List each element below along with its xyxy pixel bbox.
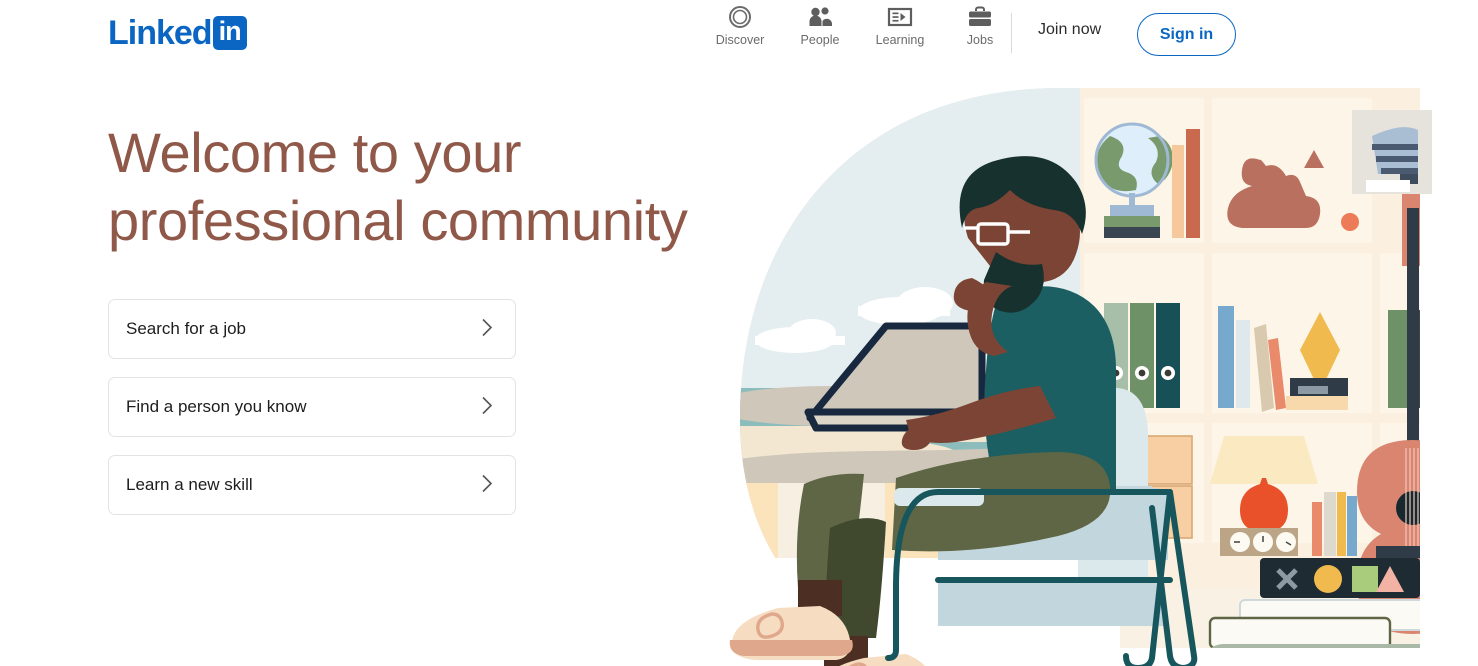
chevron-right-icon <box>481 318 493 341</box>
hero-action-list: Search for a job Find a person you know … <box>108 299 516 533</box>
action-search-for-a-job[interactable]: Search for a job <box>108 299 516 359</box>
chevron-right-icon <box>481 474 493 497</box>
nav-item-people[interactable]: People <box>780 4 860 47</box>
action-label: Find a person you know <box>126 397 307 416</box>
people-icon <box>807 4 833 30</box>
nav-item-discover[interactable]: Discover <box>700 4 780 47</box>
briefcase-icon <box>967 4 993 30</box>
action-find-a-person-you-know[interactable]: Find a person you know <box>108 377 516 437</box>
headline-line-2: professional community <box>108 189 688 253</box>
page-title: Welcome to your professional community <box>108 119 708 256</box>
linkedin-landing-page: Linked in Discover People Learning Jobs … <box>0 0 1478 666</box>
nav-item-learning[interactable]: Learning <box>860 4 940 47</box>
linkedin-logo[interactable]: Linked in <box>108 16 247 50</box>
headline-line-1: Welcome to your <box>108 121 522 184</box>
site-header: Linked in Discover People Learning Jobs … <box>0 0 1478 68</box>
join-now-button[interactable]: Join now <box>1038 21 1101 39</box>
logo-in-badge: in <box>212 16 247 50</box>
nav-label-learning: Learning <box>875 33 925 47</box>
chevron-right-icon <box>481 396 493 419</box>
header-divider <box>1011 13 1012 53</box>
nav-label-jobs: Jobs <box>966 33 994 47</box>
primary-nav: Discover People Learning Jobs <box>700 4 1020 47</box>
nav-label-people: People <box>800 33 840 47</box>
video-play-icon <box>887 4 913 30</box>
sign-in-button[interactable]: Sign in <box>1137 13 1236 56</box>
action-learn-a-new-skill[interactable]: Learn a new skill <box>108 455 516 515</box>
logo-wordmark: Linked <box>108 14 213 52</box>
nav-item-jobs[interactable]: Jobs <box>940 4 1020 47</box>
hero-illustration <box>700 88 1460 666</box>
action-label: Learn a new skill <box>126 475 253 494</box>
nav-label-discover: Discover <box>715 33 765 47</box>
compass-icon <box>728 4 752 30</box>
action-label: Search for a job <box>126 319 247 338</box>
